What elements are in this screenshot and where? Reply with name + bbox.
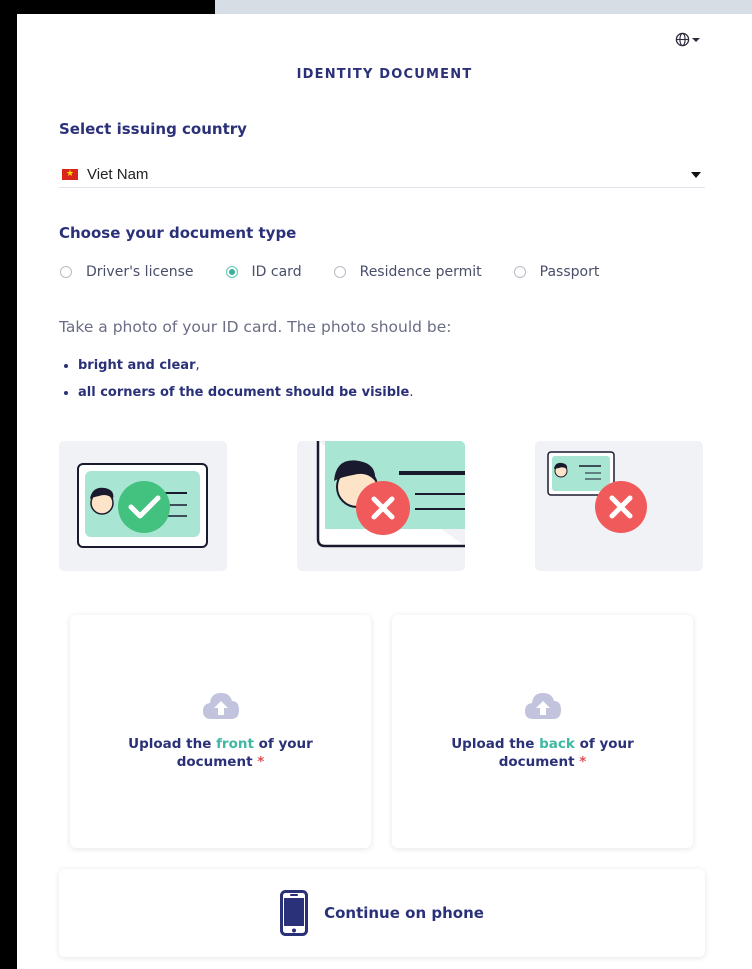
radio-drivers-license[interactable]: Driver's license (60, 264, 194, 280)
requirement-item: bright and clear, (59, 358, 413, 373)
example-too-far-photo (535, 441, 703, 571)
chevron-down-icon (692, 37, 700, 42)
check-icon (118, 481, 170, 533)
example-too-close-photo (297, 441, 465, 571)
radio-label: Passport (539, 264, 600, 280)
upload-text-part: document (176, 754, 253, 770)
cloud-upload-icon (202, 693, 239, 719)
required-marker: * (257, 754, 265, 770)
requirement-punct: . (409, 385, 414, 400)
country-label: Select issuing country (59, 120, 247, 138)
id-card-illustration (547, 451, 647, 533)
upload-front-text: Upload the front of your document * (70, 735, 371, 771)
continue-on-phone-button[interactable]: Continue on phone (59, 869, 705, 957)
requirement-text: all corners of the document should be vi… (78, 385, 410, 400)
upload-text-part: of your (574, 736, 634, 752)
phone-icon (280, 890, 309, 936)
upload-back-button[interactable]: Upload the back of your document * (392, 615, 693, 848)
requirement-text: bright and clear (78, 358, 196, 373)
upload-text-accent: back (539, 736, 575, 752)
document-type-radio-group: Driver's license ID card Residence permi… (60, 264, 599, 280)
browser-top-strip (215, 0, 752, 14)
upload-text-part: Upload the (451, 736, 540, 752)
upload-text-part: of your (253, 736, 313, 752)
photo-instructions: Take a photo of your ID card. The photo … (59, 318, 452, 336)
radio-button[interactable] (60, 266, 72, 278)
id-card-illustration (316, 441, 465, 548)
dropdown-caret-icon (691, 172, 701, 178)
globe-icon (675, 32, 690, 47)
radio-residence-permit[interactable]: Residence permit (333, 264, 482, 280)
document-type-label: Choose your document type (59, 224, 297, 242)
radio-id-card[interactable]: ID card (225, 264, 302, 280)
photo-requirements-list: bright and clear, all corners of the doc… (59, 358, 413, 412)
radio-button[interactable] (513, 266, 526, 278)
radio-button-selected[interactable] (225, 266, 238, 278)
requirement-item: all corners of the document should be vi… (59, 385, 413, 400)
page-title: IDENTITY DOCUMENT (296, 67, 473, 82)
vn-flag-icon: ★ (62, 169, 78, 180)
radio-label: ID card (251, 264, 302, 280)
radio-label: Driver's license (86, 264, 194, 280)
country-select[interactable]: ★ Viet Nam (59, 162, 705, 188)
country-value: Viet Nam (87, 166, 149, 183)
id-card-illustration (77, 463, 208, 548)
upload-text-accent: front (216, 736, 254, 752)
requirement-punct: , (195, 358, 200, 373)
example-good-photo (59, 441, 227, 571)
upload-text-part: document (498, 754, 575, 770)
cloud-upload-icon (524, 693, 561, 719)
identity-document-panel: IDENTITY DOCUMENT Select issuing country… (17, 14, 752, 969)
radio-label: Residence permit (359, 264, 482, 280)
radio-passport[interactable]: Passport (513, 264, 600, 280)
language-selector[interactable] (675, 32, 701, 47)
radio-button[interactable] (333, 266, 346, 278)
continue-on-phone-label: Continue on phone (324, 904, 484, 922)
upload-text-part: Upload the (128, 736, 217, 752)
required-marker: * (579, 754, 587, 770)
upload-front-button[interactable]: Upload the front of your document * (70, 615, 371, 848)
upload-back-text: Upload the back of your document * (392, 735, 693, 771)
